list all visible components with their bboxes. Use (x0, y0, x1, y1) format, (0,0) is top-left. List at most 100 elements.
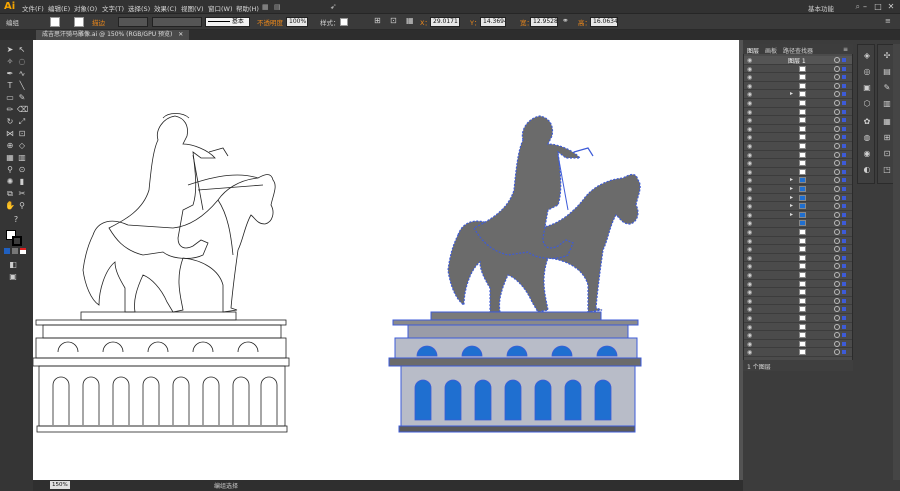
width-field[interactable]: 12.9528 (530, 17, 558, 27)
visibility-eye-icon[interactable]: ◉ (747, 74, 752, 81)
target-circle-icon[interactable] (834, 160, 840, 167)
target-circle-icon[interactable] (834, 203, 840, 210)
hand-icon[interactable]: ✋ (5, 201, 15, 211)
target-circle-icon[interactable] (834, 65, 840, 72)
selection-indicator[interactable] (842, 255, 846, 260)
visibility-eye-icon[interactable]: ◉ (747, 66, 752, 73)
navigator-icon[interactable]: ◳ (881, 165, 893, 175)
visibility-eye-icon[interactable]: ◉ (747, 220, 752, 227)
target-circle-icon[interactable] (834, 186, 840, 192)
none-mode-icon[interactable] (20, 248, 26, 254)
layer-row[interactable]: ◉ (744, 116, 852, 125)
y-field[interactable]: 14.3694 (480, 17, 506, 27)
selection-indicator[interactable] (842, 144, 846, 148)
stroke-label[interactable]: 描边 (92, 17, 105, 27)
blend-icon[interactable]: ⊙ (17, 165, 27, 175)
align-icon[interactable]: ⊞ (374, 16, 381, 25)
visibility-eye-icon[interactable]: ◉ (747, 238, 752, 245)
selection-indicator[interactable] (842, 324, 846, 329)
expand-arrow-icon[interactable]: ▸ (790, 202, 793, 209)
layer-row[interactable]: ◉ (744, 331, 852, 340)
layer-row[interactable]: ◉ (744, 228, 852, 237)
layer-row[interactable]: ◉ (744, 288, 852, 297)
variable-width-field[interactable] (152, 17, 202, 27)
layer-row[interactable]: ◉ (744, 125, 852, 134)
zoom-field[interactable]: 150% (50, 481, 70, 489)
visibility-eye-icon[interactable]: ◉ (747, 229, 752, 236)
selection-indicator[interactable] (842, 66, 846, 71)
visibility-eye-icon[interactable]: ◉ (747, 152, 752, 159)
visibility-eye-icon[interactable]: ◉ (747, 315, 752, 322)
transform-icon[interactable]: ⊡ (390, 16, 397, 25)
vertical-scrollbar[interactable] (893, 44, 900, 480)
zoom-icon[interactable]: ⚲ (17, 201, 27, 211)
visibility-eye-icon[interactable]: ◉ (747, 57, 752, 64)
target-circle-icon[interactable] (834, 177, 840, 184)
close-tab-icon[interactable]: ✕ (178, 31, 183, 38)
target-circle-icon[interactable] (834, 134, 840, 141)
layer-row[interactable]: ◉ ▸ (744, 185, 852, 194)
layer-row[interactable]: ◉ ▸ (744, 202, 852, 211)
target-circle-icon[interactable] (834, 323, 840, 330)
menu-help[interactable]: 帮助(H) (236, 3, 259, 13)
target-circle-icon[interactable] (834, 263, 840, 270)
symbols-icon[interactable]: ✿ (861, 117, 873, 127)
layer-row[interactable]: ◉ (744, 323, 852, 332)
target-circle-icon[interactable] (834, 82, 840, 89)
panel-menu-icon[interactable]: ≡ (885, 17, 891, 25)
menu-edit[interactable]: 编辑(E) (48, 3, 70, 13)
layer-row[interactable]: ◉ (744, 133, 852, 142)
width-tool-icon[interactable]: ⋈ (5, 129, 15, 139)
visibility-eye-icon[interactable]: ◉ (747, 246, 752, 253)
target-circle-icon[interactable] (834, 272, 840, 278)
visibility-eye-icon[interactable]: ◉ (747, 117, 752, 124)
rectangle-tool-icon[interactable]: ▭ (5, 93, 15, 103)
selection-indicator[interactable] (842, 58, 846, 62)
selection-indicator[interactable] (842, 281, 846, 286)
opacity-field[interactable]: 100% (286, 17, 308, 27)
menu-select[interactable]: 选择(S) (128, 3, 150, 13)
visibility-eye-icon[interactable]: ◉ (747, 341, 752, 348)
gradient-panel-icon[interactable]: ▦ (881, 117, 893, 127)
selection-indicator[interactable] (842, 135, 846, 140)
panel-menu-icon[interactable]: ≡ (843, 46, 848, 53)
visibility-eye-icon[interactable]: ◉ (747, 91, 752, 98)
draw-mode-icon[interactable]: ◧ (8, 260, 18, 270)
stroke-weight-field[interactable] (118, 17, 148, 27)
selection-tool-icon[interactable]: ➤ (5, 45, 15, 55)
layer-row[interactable]: ◉ 图层 1 (744, 56, 852, 65)
target-circle-icon[interactable] (834, 280, 840, 287)
layer-row[interactable]: ◉ (744, 305, 852, 314)
layer-row[interactable]: ◉ (744, 348, 852, 357)
selection-indicator[interactable] (842, 307, 846, 312)
expand-arrow-icon[interactable]: ▸ (790, 176, 793, 183)
visibility-eye-icon[interactable]: ◉ (747, 143, 752, 150)
slice-icon[interactable]: ✂ (17, 189, 27, 199)
menu-type[interactable]: 文字(T) (102, 3, 124, 13)
layers-panel-icon[interactable]: ◈ (861, 51, 873, 61)
visibility-eye-icon[interactable]: ◉ (747, 100, 752, 107)
menu-window[interactable]: 窗口(W) (208, 3, 233, 13)
assets-icon[interactable]: ⬡ (861, 99, 873, 109)
visibility-eye-icon[interactable]: ◉ (747, 83, 752, 90)
arrange-icon[interactable]: ▤ (274, 3, 281, 11)
visibility-eye-icon[interactable]: ◉ (747, 160, 752, 167)
visibility-eye-icon[interactable]: ◉ (747, 332, 752, 339)
workspace-switcher[interactable]: 基本功能 (808, 3, 834, 13)
symbol-sprayer-icon[interactable]: ✺ (5, 177, 15, 187)
stroke-color-swatch[interactable] (12, 236, 22, 246)
graphic-styles-icon[interactable]: ◍ (861, 133, 873, 143)
visibility-eye-icon[interactable]: ◉ (747, 203, 752, 210)
stroke-panel-icon[interactable]: ▥ (881, 99, 893, 109)
visibility-eye-icon[interactable]: ◉ (747, 134, 752, 141)
visibility-eye-icon[interactable]: ◉ (747, 298, 752, 305)
selection-indicator[interactable] (842, 83, 846, 88)
lasso-icon[interactable]: ◌ (17, 57, 27, 67)
target-circle-icon[interactable] (834, 108, 840, 115)
maximize-button[interactable]: □ (873, 2, 883, 11)
visibility-eye-icon[interactable]: ◉ (747, 126, 752, 133)
visibility-eye-icon[interactable]: ◉ (747, 109, 752, 116)
align-panel-icon[interactable]: ⊞ (881, 133, 893, 143)
selection-indicator[interactable] (842, 204, 846, 209)
target-circle-icon[interactable] (834, 254, 840, 261)
